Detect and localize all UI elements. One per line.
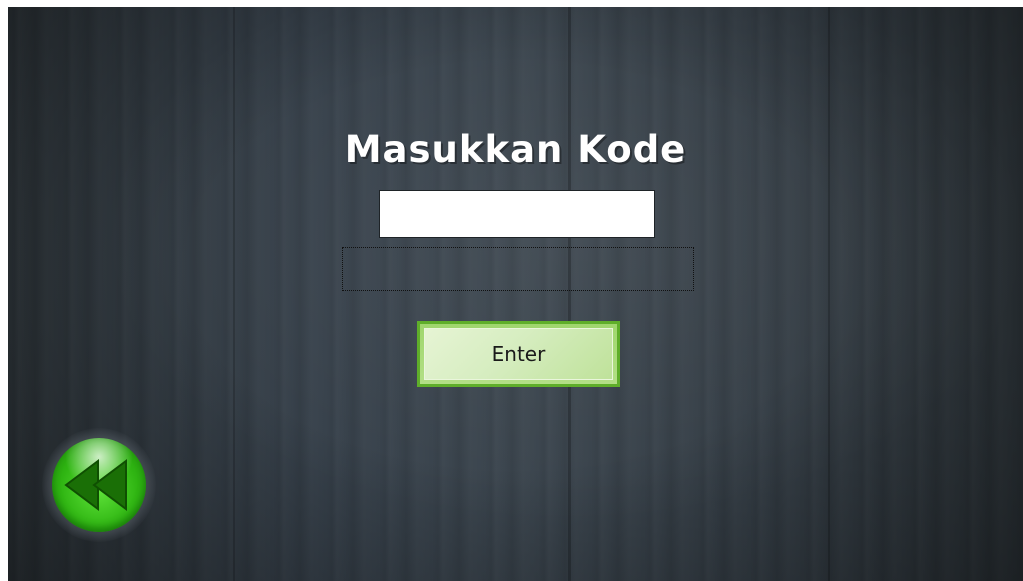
page-title: Masukkan Kode [344, 128, 687, 171]
wood-plank-seam [828, 7, 830, 581]
code-input[interactable] [379, 190, 655, 238]
enter-button-face: Enter [424, 328, 613, 380]
enter-button-label: Enter [491, 342, 546, 366]
enter-button[interactable]: Enter [417, 321, 620, 387]
wood-background: Masukkan Kode Enter [8, 7, 1023, 581]
wood-plank-seam [568, 7, 571, 581]
wood-plank-seam [233, 7, 235, 581]
back-button[interactable] [42, 428, 156, 542]
app-window: Masukkan Kode Enter [0, 0, 1023, 581]
back-button-ball [52, 438, 146, 532]
background-vignette [8, 7, 1023, 581]
rewind-icon [64, 459, 127, 511]
message-area [342, 247, 694, 291]
